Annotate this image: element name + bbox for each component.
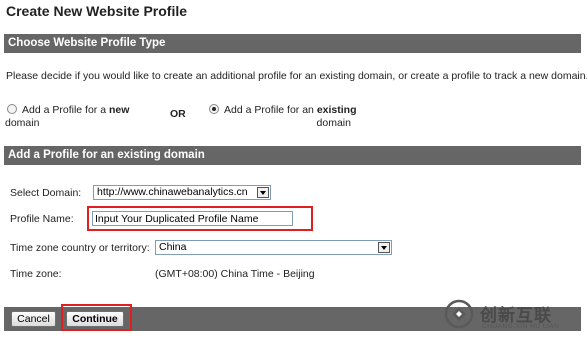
- timezone-country-dropdown[interactable]: China: [155, 240, 392, 255]
- profile-name-highlight: [87, 206, 313, 231]
- chevron-down-icon[interactable]: [257, 187, 269, 198]
- continue-button[interactable]: Continue: [66, 311, 124, 327]
- watermark-logo: 创新互联 CHUANG XIN HU LIAN: [440, 293, 587, 341]
- timezone-country-value: China: [159, 241, 187, 253]
- select-domain-label: Select Domain:: [10, 187, 82, 199]
- existing-domain-section-header: Add a Profile for an existing domain: [4, 146, 581, 165]
- radio-option-new-domain[interactable]: Add a Profile for a new domain: [5, 104, 157, 130]
- or-label: OR: [170, 108, 186, 120]
- existing-option-prefix: Add a Profile for an: [224, 104, 317, 116]
- timezone-country-label: Time zone country or territory:: [10, 242, 150, 254]
- chevron-down-icon[interactable]: [378, 242, 390, 253]
- new-option-line2: domain: [5, 117, 40, 129]
- profile-type-section-header: Choose Website Profile Type: [4, 34, 581, 53]
- existing-option-bold: existing: [316, 104, 357, 116]
- profile-name-label: Profile Name:: [10, 213, 74, 225]
- select-domain-value: http://www.chinawebanalytics.cn: [97, 186, 248, 198]
- timezone-label: Time zone:: [10, 268, 62, 280]
- profile-name-input[interactable]: [92, 211, 293, 226]
- radio-new-domain[interactable]: [7, 104, 17, 114]
- page-title: Create New Website Profile: [6, 3, 188, 19]
- watermark-en-text: CHUANG XIN HU LIAN: [482, 323, 560, 330]
- select-domain-dropdown[interactable]: http://www.chinawebanalytics.cn: [93, 185, 271, 200]
- new-option-prefix: Add a Profile for a: [22, 104, 109, 116]
- cancel-button[interactable]: Cancel: [11, 311, 56, 327]
- new-option-bold: new: [108, 104, 130, 116]
- timezone-value: (GMT+08:00) China Time - Beijing: [155, 268, 315, 280]
- radio-existing-domain[interactable]: [209, 104, 219, 114]
- brand-logo-icon: [444, 299, 474, 329]
- radio-option-existing-domain[interactable]: Add a Profile for an existing domain: [209, 104, 369, 130]
- existing-option-line2: domain: [316, 117, 351, 129]
- profile-type-description: Please decide if you would like to creat…: [6, 70, 587, 82]
